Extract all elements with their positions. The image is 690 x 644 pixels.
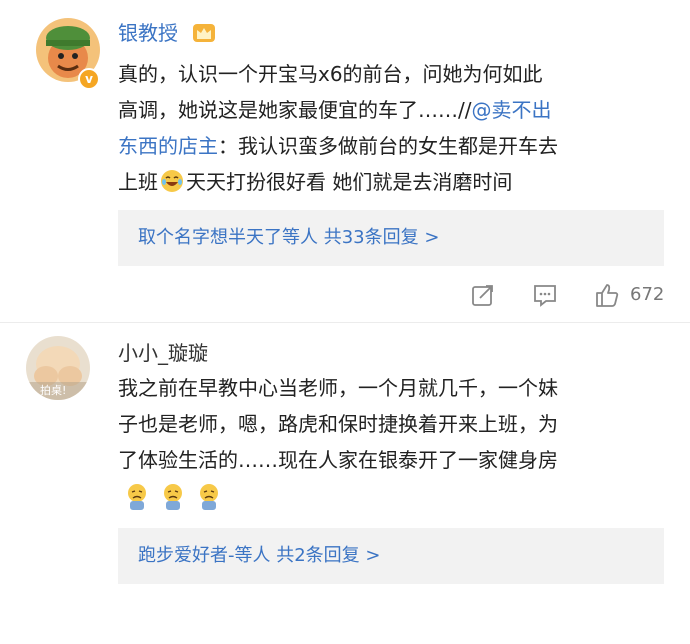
comment-text-line-1: 真的，认识一个开宝马x6的前台，问她为何如此 bbox=[118, 62, 543, 86]
comment-text-line-3: 了体验生活的……现在人家在银泰开了一家健身房 bbox=[118, 448, 558, 472]
crown-icon bbox=[193, 24, 215, 42]
sad-emoji-icon bbox=[128, 484, 146, 510]
comment-text-main: 高调，她说这是她家最便宜的车了……// bbox=[118, 98, 472, 122]
reply-summary-box[interactable]: 跑步爱好者-等人 共2条回复 > bbox=[118, 528, 664, 584]
comment-text-part: 上班 bbox=[118, 170, 158, 194]
action-bar: 672 bbox=[0, 282, 690, 312]
sad-emoji-icon bbox=[164, 484, 182, 510]
comment-text-quote: ：我认识蛮多做前台的女生都是开车去 bbox=[218, 134, 558, 158]
username[interactable]: 小小_璇璇 bbox=[118, 341, 208, 365]
laughing-crying-emoji-icon bbox=[161, 170, 183, 192]
mention-link-continued[interactable]: 东西的店主 bbox=[118, 134, 218, 158]
avatar-caption: 拍桌! bbox=[40, 384, 67, 397]
comment-text-line-2: 子也是老师，嗯，路虎和保时捷换着开来上班，为 bbox=[118, 412, 558, 436]
mention-link[interactable]: @卖不出 bbox=[471, 98, 551, 122]
comment-2: 拍桌! 小小_璇璇 我之前在早教中心当老师，一个月就几千，一个妹 子也是老师，嗯… bbox=[0, 322, 690, 644]
comment-icon[interactable] bbox=[532, 282, 558, 308]
reply-summary-box[interactable]: 取个名字想半天了等人 共33条回复 > bbox=[118, 210, 664, 266]
comment-text-line-3: 东西的店主：我认识蛮多做前台的女生都是开车去 bbox=[118, 128, 558, 164]
reply-summary-text[interactable]: 取个名字想半天了等人 共33条回复 > bbox=[138, 227, 439, 248]
avatar-xiaoxiao[interactable]: 拍桌! bbox=[26, 336, 90, 400]
comment-text-line-4: 上班 天天打扮很好看 她们就是去消磨时间 bbox=[118, 164, 512, 200]
like-count: 672 bbox=[630, 284, 665, 305]
sad-emoji-icon bbox=[200, 484, 218, 510]
comment-text-part: 天天打扮很好看 她们就是去消磨时间 bbox=[186, 170, 513, 194]
reply-summary-text[interactable]: 跑步爱好者-等人 共2条回复 > bbox=[138, 545, 380, 566]
comment-text-line-2: 高调，她说这是她家最便宜的车了……//@卖不出 bbox=[118, 92, 551, 128]
share-icon[interactable] bbox=[470, 282, 496, 308]
username[interactable]: 银教授 bbox=[118, 21, 178, 45]
like-icon[interactable] bbox=[594, 282, 620, 308]
verified-badge-icon: v bbox=[78, 68, 100, 90]
comment-text-line-1: 我之前在早教中心当老师，一个月就几千，一个妹 bbox=[118, 376, 558, 400]
comment-1: v 银教授 真的，认识一个开宝马x6的前台，问她为何如此 高调，她说这是她家最便… bbox=[0, 0, 690, 320]
